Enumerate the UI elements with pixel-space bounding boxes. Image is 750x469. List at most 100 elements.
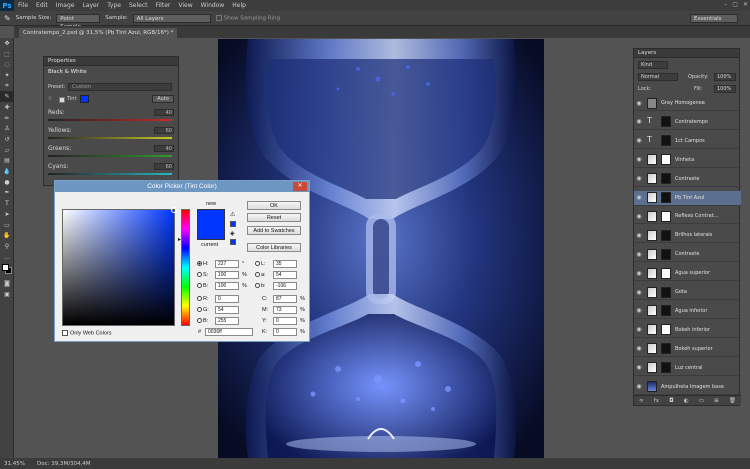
r-radio[interactable] bbox=[197, 296, 202, 302]
visibility-eye-icon[interactable]: ◉ bbox=[634, 345, 644, 352]
layer-mask-thumbnail[interactable] bbox=[661, 192, 671, 203]
layer-mask-thumbnail[interactable] bbox=[661, 229, 671, 241]
dodge-tool-icon[interactable]: ● bbox=[0, 177, 14, 188]
s-input[interactable]: 100 bbox=[215, 271, 239, 279]
c-input[interactable]: 87 bbox=[273, 295, 297, 303]
lab-b-radio[interactable] bbox=[255, 283, 260, 289]
layer-mask-thumbnail[interactable] bbox=[661, 362, 671, 374]
layer-row[interactable]: ◉ T Contratempo bbox=[634, 115, 741, 130]
history-brush-icon[interactable]: ↺ bbox=[0, 134, 14, 145]
menu-select[interactable]: Select bbox=[125, 2, 152, 9]
layer-row[interactable]: ◉ Luz central bbox=[634, 361, 741, 376]
menu-help[interactable]: Help bbox=[228, 2, 250, 9]
document-tab[interactable]: Contratempo_2.psd @ 31,5% (Pb Tint Azul,… bbox=[19, 28, 178, 38]
layer-mask-thumbnail[interactable] bbox=[661, 173, 671, 185]
reds-track[interactable] bbox=[48, 119, 172, 121]
color-swatches[interactable] bbox=[0, 262, 13, 278]
gradient-tool-icon[interactable]: ▤ bbox=[0, 156, 14, 167]
sample-select[interactable]: All Layers bbox=[132, 13, 211, 23]
s-field-row[interactable]: S: bbox=[197, 272, 208, 278]
visibility-eye-icon[interactable]: ◉ bbox=[634, 156, 644, 163]
only-web-colors-checkbox[interactable]: Only Web Colors bbox=[62, 330, 111, 336]
visibility-eye-icon[interactable]: ◉ bbox=[634, 118, 644, 125]
magic-wand-tool-icon[interactable]: ✦ bbox=[0, 70, 14, 81]
greens-slider[interactable]: Greens: 40 bbox=[48, 145, 176, 157]
foreground-color-swatch[interactable] bbox=[2, 264, 9, 272]
hue-slider[interactable] bbox=[181, 209, 190, 326]
lab-b-input[interactable]: -106 bbox=[273, 282, 297, 290]
visibility-eye-icon[interactable]: ◉ bbox=[634, 251, 644, 258]
text-layer-icon[interactable]: T bbox=[647, 135, 657, 146]
g-radio[interactable] bbox=[197, 307, 202, 313]
web-safe-swatch-icon[interactable] bbox=[230, 239, 236, 245]
fill-field[interactable]: 100% bbox=[714, 85, 736, 93]
color-libraries-button[interactable]: Color Libraries bbox=[247, 243, 301, 252]
layer-row[interactable]: ◉ Brilhos laterais bbox=[634, 228, 741, 244]
layer-row[interactable]: ◉ Bokeh superior bbox=[634, 342, 741, 357]
brush-tool-icon[interactable]: ✏ bbox=[0, 113, 14, 124]
close-window-icon[interactable]: ✕ bbox=[743, 1, 748, 8]
layer-row[interactable]: ◉ Vinheta bbox=[634, 153, 741, 168]
blur-tool-icon[interactable]: 💧 bbox=[0, 166, 14, 177]
cyans-value[interactable]: 60 bbox=[154, 163, 174, 170]
r-input[interactable]: 0 bbox=[215, 295, 239, 303]
crop-tool-icon[interactable]: ⌗ bbox=[0, 81, 14, 92]
a-field-row[interactable]: a: bbox=[255, 272, 266, 278]
eyedropper-tool-icon[interactable]: ✎ bbox=[4, 14, 11, 23]
g-input[interactable]: 54 bbox=[215, 306, 239, 314]
layer-row[interactable]: ◉ Reflexo Contrat... bbox=[634, 209, 741, 225]
yellows-slider[interactable]: Yellows: 60 bbox=[48, 127, 176, 139]
gamut-swatch-icon[interactable] bbox=[230, 221, 236, 227]
color-field-cursor[interactable] bbox=[171, 207, 177, 213]
h-field-row[interactable]: H: bbox=[197, 261, 209, 267]
preset-select[interactable]: Custom bbox=[68, 83, 172, 91]
mask-icon[interactable]: ◘ bbox=[669, 398, 673, 404]
screen-mode-icon[interactable]: ▣ bbox=[0, 289, 14, 300]
menu-type[interactable]: Type bbox=[103, 2, 125, 9]
y-input[interactable]: 0 bbox=[273, 317, 297, 325]
s-radio[interactable] bbox=[197, 272, 202, 278]
show-sampling-ring-checkbox[interactable]: Show Sampling Ring bbox=[215, 14, 280, 21]
hand-tool-icon[interactable]: ✋ bbox=[0, 230, 14, 241]
layer-thumbnail[interactable] bbox=[647, 97, 657, 109]
zoom-tool-icon[interactable]: ⚲ bbox=[0, 241, 14, 252]
quick-mask-icon[interactable]: ◙ bbox=[0, 278, 14, 289]
a-input[interactable]: 54 bbox=[273, 271, 297, 279]
menu-view[interactable]: View bbox=[174, 2, 196, 9]
color-field[interactable] bbox=[62, 207, 177, 326]
layer-thumbnail[interactable] bbox=[647, 381, 657, 392]
layer-mask-thumbnail[interactable] bbox=[661, 324, 671, 336]
adjustment-layer-icon[interactable] bbox=[647, 324, 657, 336]
lab-b-field-row[interactable]: b: bbox=[255, 283, 266, 289]
type-tool-icon[interactable]: T bbox=[0, 198, 14, 209]
r-field-row[interactable]: R: bbox=[197, 296, 209, 302]
fx-icon[interactable]: fx bbox=[654, 398, 659, 404]
adjustment-icon[interactable]: ◐ bbox=[684, 398, 689, 404]
cyans-track[interactable] bbox=[48, 173, 172, 175]
visibility-eye-icon[interactable]: ◉ bbox=[634, 326, 644, 333]
workspace-select[interactable]: Essentials bbox=[690, 13, 738, 23]
more-tools-icon[interactable]: … bbox=[0, 252, 14, 263]
reds-slider[interactable]: Reds: 40 bbox=[48, 109, 176, 121]
adjustment-layer-icon[interactable] bbox=[647, 248, 657, 260]
layer-row[interactable]: ◉ Agua inferior bbox=[634, 304, 741, 319]
adjustment-layer-icon[interactable] bbox=[647, 286, 657, 298]
visibility-eye-icon[interactable]: ◉ bbox=[634, 364, 644, 371]
out-of-gamut-warning-icon[interactable]: ⚠ bbox=[230, 211, 235, 218]
greens-value[interactable]: 40 bbox=[154, 145, 174, 152]
adjustment-layer-icon[interactable] bbox=[647, 173, 657, 185]
visibility-eye-icon[interactable]: ◉ bbox=[634, 289, 644, 296]
menu-window[interactable]: Window bbox=[197, 2, 229, 9]
reset-button[interactable]: Reset bbox=[247, 213, 301, 222]
close-icon[interactable]: ✕ bbox=[293, 182, 307, 191]
m-input[interactable]: 73 bbox=[273, 306, 297, 314]
visibility-eye-icon[interactable]: ◉ bbox=[634, 175, 644, 182]
adjustment-layer-icon[interactable] bbox=[647, 343, 657, 355]
g-field-row[interactable]: G: bbox=[197, 307, 209, 313]
tint-color-swatch[interactable] bbox=[80, 95, 89, 103]
layer-mask-thumbnail[interactable] bbox=[661, 116, 671, 128]
adjustment-layer-icon[interactable] bbox=[647, 362, 657, 374]
visibility-eye-icon[interactable]: ◉ bbox=[634, 100, 644, 107]
path-selection-icon[interactable]: ➤ bbox=[0, 209, 14, 220]
folder-icon[interactable]: ▭ bbox=[699, 398, 704, 404]
